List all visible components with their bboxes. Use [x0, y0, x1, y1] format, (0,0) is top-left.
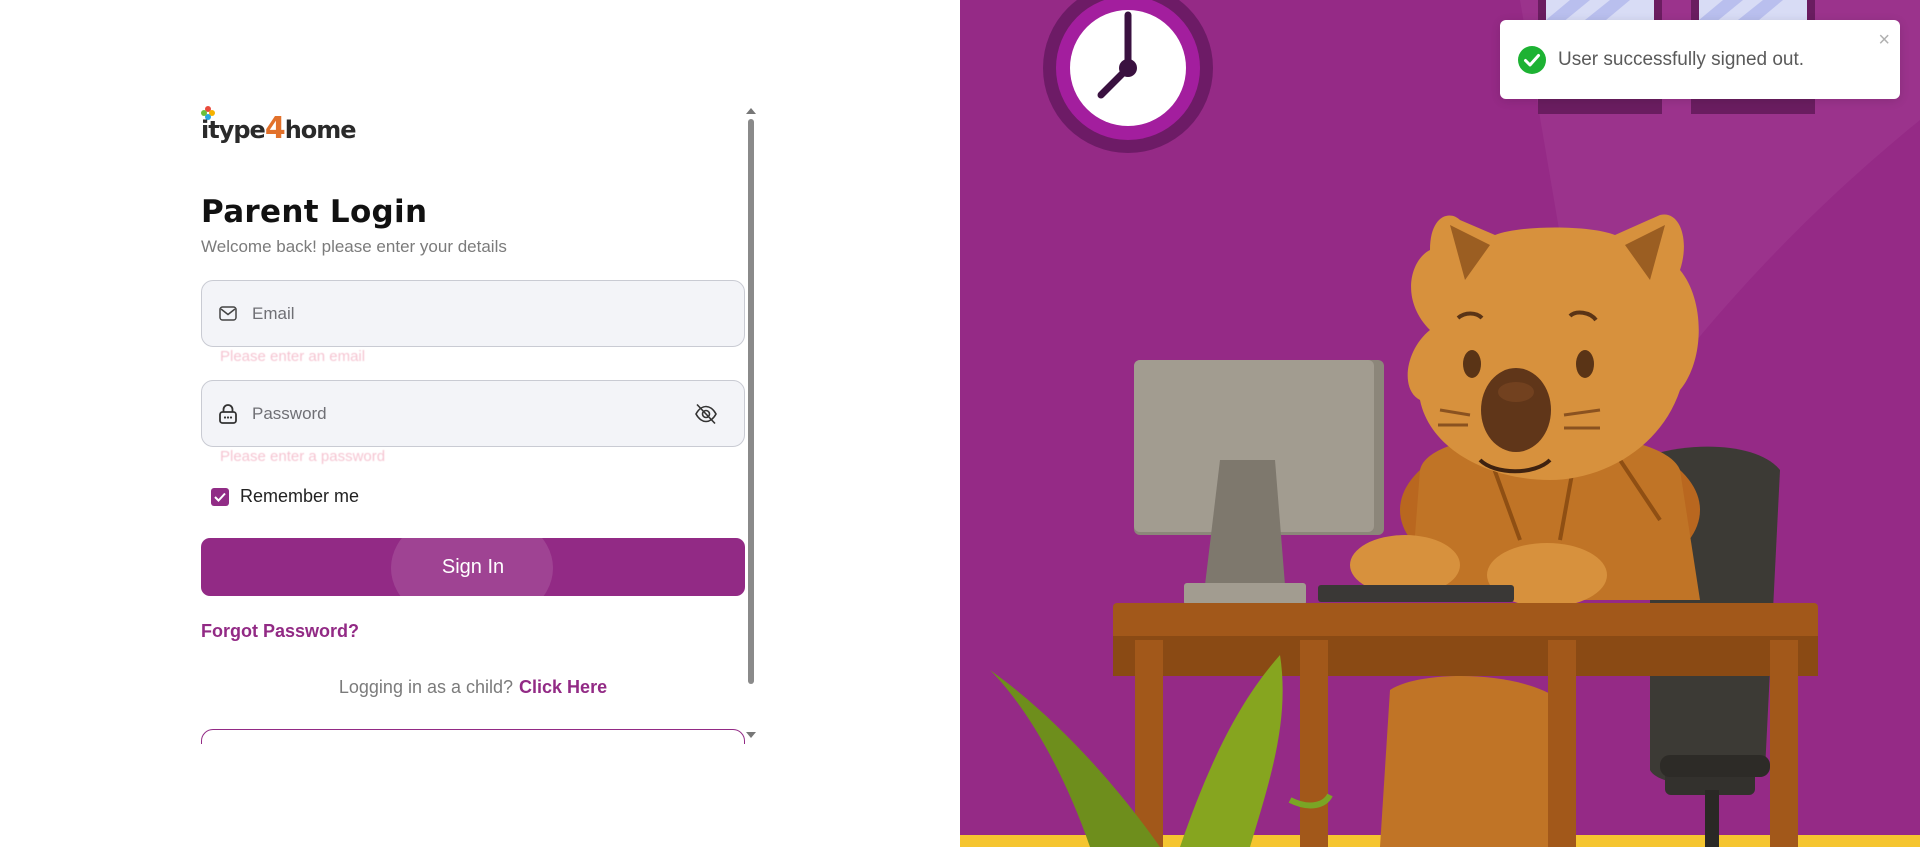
toast-message: User successfully signed out. [1558, 48, 1805, 70]
child-login-prompt: Logging in as a child? [338, 677, 514, 697]
close-icon[interactable]: × [1878, 30, 1890, 50]
remember-me[interactable]: Remember me [211, 486, 359, 507]
remember-checkbox[interactable] [211, 487, 229, 506]
wall-clock [1043, 0, 1213, 153]
password-error: Please enter a password [220, 448, 386, 465]
child-login-line: Logging in as a child? Click Here [201, 677, 745, 698]
lock-icon [218, 403, 238, 424]
toast-notification: User successfully signed out. × [1500, 20, 1900, 99]
logo-flower-icon [201, 106, 215, 120]
logo-text: itype4home [201, 111, 357, 146]
eye-off-icon[interactable] [694, 403, 718, 425]
password-placeholder: Password [252, 403, 327, 423]
scroll-down-arrow-icon[interactable] [746, 732, 756, 738]
check-circle-icon [1518, 45, 1546, 74]
brand-logo[interactable]: itype4home [201, 104, 357, 146]
sign-in-label: Sign In [441, 555, 505, 578]
child-login-link[interactable]: Click Here [519, 677, 607, 697]
form-scrollbar[interactable] [746, 108, 756, 738]
forgot-password-link[interactable]: Forgot Password? [201, 621, 359, 642]
illustration-panel [960, 0, 1920, 847]
email-error: Please enter an email [220, 348, 366, 365]
cat-at-computer-illustration [960, 0, 1920, 847]
password-field[interactable]: Password [201, 380, 745, 447]
page-title: Parent Login [201, 194, 428, 230]
check-icon [214, 492, 226, 502]
sign-in-button[interactable]: Sign In [201, 538, 745, 596]
login-form: itype4home Parent Login Welcome back! pl… [201, 104, 745, 744]
scroll-thumb[interactable] [748, 119, 754, 684]
cat [1350, 214, 1700, 847]
remember-label: Remember me [240, 486, 360, 506]
page-subtitle: Welcome back! please enter your details [201, 237, 507, 256]
mail-icon [218, 304, 238, 324]
secondary-button[interactable] [201, 729, 745, 744]
login-panel: itype4home Parent Login Welcome back! pl… [0, 0, 960, 847]
scroll-up-arrow-icon[interactable] [746, 108, 756, 114]
email-field[interactable]: Email [201, 280, 745, 347]
email-placeholder: Email [252, 303, 295, 323]
